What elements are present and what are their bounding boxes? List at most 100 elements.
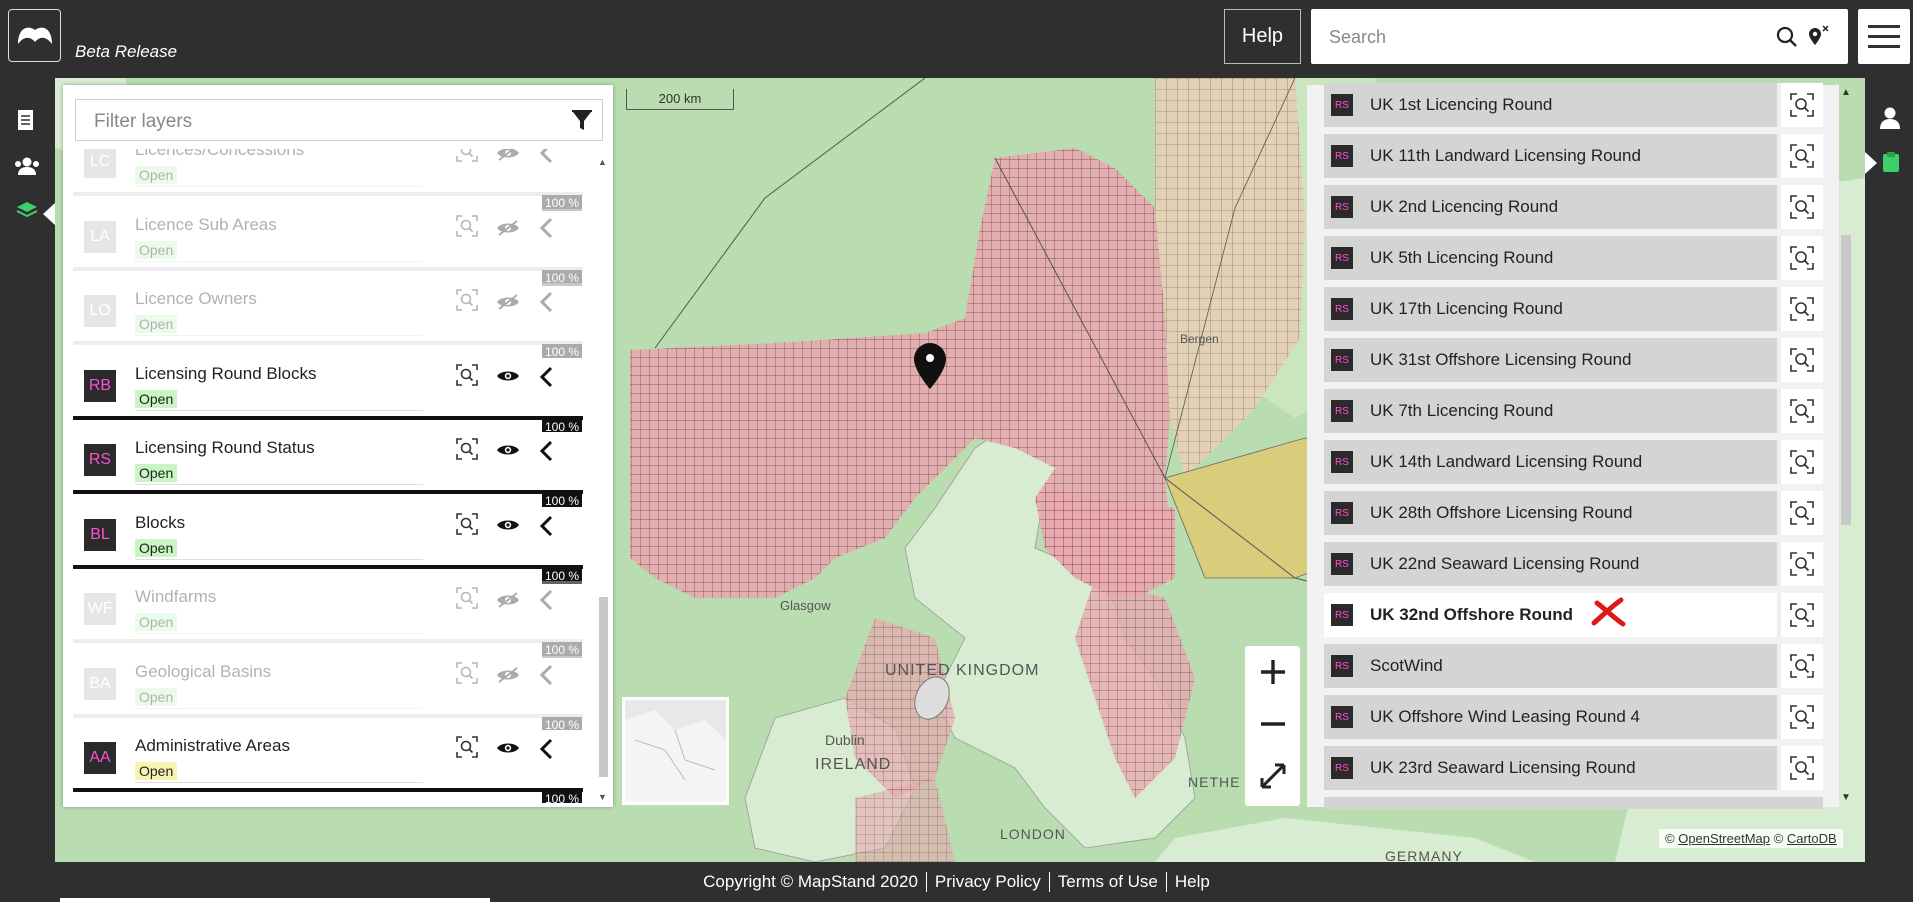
zoom-to-layer-icon[interactable] bbox=[456, 363, 478, 391]
zoom-to-round-icon[interactable] bbox=[1777, 746, 1823, 790]
zoom-to-layer-icon[interactable] bbox=[456, 661, 478, 689]
users-icon[interactable] bbox=[13, 156, 41, 176]
zoom-to-round-icon[interactable] bbox=[1777, 287, 1823, 331]
search-input[interactable] bbox=[1327, 21, 1751, 53]
zoom-to-round-icon[interactable] bbox=[1777, 134, 1823, 178]
zoom-to-round-icon[interactable] bbox=[1777, 236, 1823, 280]
zoom-to-round-icon[interactable] bbox=[1777, 542, 1823, 586]
zoom-to-round-icon[interactable] bbox=[1777, 83, 1823, 127]
layer-row[interactable]: WF Windfarms Open 100 % bbox=[73, 581, 583, 658]
licensing-round-item[interactable]: RS UK 22nd Seaward Licensing Round bbox=[1324, 542, 1823, 586]
zoom-to-layer-icon[interactable] bbox=[456, 214, 478, 242]
visibility-off-icon[interactable] bbox=[496, 149, 520, 166]
documents-icon[interactable] bbox=[16, 109, 36, 131]
opacity-slider[interactable] bbox=[73, 713, 583, 718]
zoom-to-round-icon[interactable] bbox=[1777, 338, 1823, 382]
expand-layer-icon[interactable] bbox=[539, 149, 553, 169]
opacity-slider[interactable] bbox=[73, 788, 583, 792]
layers-scrollbar[interactable]: ▲ ▼ bbox=[597, 157, 609, 802]
visibility-on-icon[interactable] bbox=[496, 518, 520, 537]
zoom-to-round-icon[interactable] bbox=[1777, 440, 1823, 484]
filter-layers-input[interactable] bbox=[92, 108, 556, 136]
licensing-round-item[interactable]: RS UK 17th Licencing Round bbox=[1324, 287, 1823, 331]
close-x-icon[interactable] bbox=[1589, 597, 1627, 629]
expand-layer-icon[interactable] bbox=[539, 515, 553, 542]
mapstand-logo-icon[interactable] bbox=[8, 9, 61, 62]
zoom-to-round-icon[interactable] bbox=[1777, 593, 1823, 637]
opacity-slider[interactable] bbox=[73, 639, 583, 643]
openstreetmap-link[interactable]: OpenStreetMap bbox=[1678, 831, 1770, 846]
cartodb-link[interactable]: CartoDB bbox=[1787, 831, 1837, 846]
zoom-to-layer-icon[interactable] bbox=[456, 149, 478, 167]
licensing-round-item[interactable]: RS UK 5th Licencing Round bbox=[1324, 236, 1823, 280]
licensing-round-item[interactable]: RS UK 7th Licencing Round bbox=[1324, 389, 1823, 433]
zoom-to-round-icon[interactable] bbox=[1777, 185, 1823, 229]
expand-layer-icon[interactable] bbox=[539, 440, 553, 467]
user-profile-icon[interactable] bbox=[1879, 106, 1901, 130]
rounds-scrollbar[interactable]: ▲ ▼ bbox=[1838, 85, 1854, 807]
zoom-to-layer-icon[interactable] bbox=[456, 512, 478, 540]
licensing-round-item[interactable]: RS UK 1st Licencing Round bbox=[1324, 83, 1823, 127]
expand-layer-icon[interactable] bbox=[539, 664, 553, 691]
clipboard-icon[interactable] bbox=[1882, 151, 1900, 173]
layer-row[interactable]: LO Licence Owners Open 100 % bbox=[73, 283, 583, 360]
licensing-round-item[interactable]: RS ScotWind bbox=[1324, 644, 1823, 688]
licensing-round-item[interactable]: RS UK 2nd Licencing Round bbox=[1324, 185, 1823, 229]
zoom-to-round-icon[interactable] bbox=[1777, 491, 1823, 535]
help-button[interactable]: Help bbox=[1224, 9, 1301, 64]
layer-row[interactable]: LA Licence Sub Areas Open 100 % bbox=[73, 208, 583, 286]
visibility-on-icon[interactable] bbox=[496, 443, 520, 462]
licensing-round-item[interactable]: RS UK 14th Landward Licensing Round bbox=[1324, 440, 1823, 484]
layer-row[interactable]: RB Licensing Round Blocks Open 100 % bbox=[73, 357, 583, 435]
licensing-round-item[interactable]: RS UK 11th Landward Licensing Round bbox=[1324, 134, 1823, 178]
visibility-off-icon[interactable] bbox=[496, 294, 520, 315]
search-icon[interactable] bbox=[1776, 26, 1798, 48]
visibility-on-icon[interactable] bbox=[496, 369, 520, 388]
layer-row[interactable]: BL Blocks Open 100 % bbox=[73, 506, 583, 584]
licensing-round-item[interactable]: RS UK 23rd Seaward Licensing Round bbox=[1324, 746, 1823, 790]
visibility-on-icon[interactable] bbox=[496, 741, 520, 760]
opacity-slider[interactable] bbox=[73, 415, 583, 420]
left-rail bbox=[0, 78, 55, 862]
zoom-to-round-icon[interactable] bbox=[1777, 644, 1823, 688]
footer-help-link[interactable]: Help bbox=[1173, 872, 1212, 892]
licensing-round-item[interactable]: RS UK Offshore Wind Leasing Round 4 bbox=[1324, 695, 1823, 739]
zoom-to-round-icon[interactable] bbox=[1777, 389, 1823, 433]
privacy-policy-link[interactable]: Privacy Policy bbox=[933, 872, 1043, 892]
opacity-slider[interactable] bbox=[73, 564, 583, 569]
layer-row[interactable]: LC Licences/Concessions Open 100 % bbox=[73, 149, 583, 211]
expand-layer-icon[interactable] bbox=[539, 366, 553, 393]
zoom-to-round-icon[interactable] bbox=[1777, 695, 1823, 739]
licensing-round-item[interactable]: RS UK 31st Offshore Licensing Round bbox=[1324, 338, 1823, 382]
zoom-to-layer-icon[interactable] bbox=[456, 289, 478, 316]
opacity-slider[interactable] bbox=[73, 490, 583, 494]
layer-row[interactable]: AA Administrative Areas Open 100 % bbox=[73, 730, 583, 803]
fullscreen-icon[interactable] bbox=[1245, 750, 1300, 802]
expand-layer-icon[interactable] bbox=[539, 589, 553, 616]
hamburger-menu-icon[interactable] bbox=[1858, 9, 1910, 64]
opacity-slider[interactable] bbox=[73, 266, 583, 271]
zoom-in-icon[interactable] bbox=[1245, 646, 1300, 698]
layer-row[interactable]: BA Geological Basins Open 100 % bbox=[73, 655, 583, 733]
visibility-off-icon[interactable] bbox=[496, 666, 520, 688]
expand-layer-icon[interactable] bbox=[539, 291, 553, 318]
minimap[interactable] bbox=[622, 697, 729, 805]
licensing-round-item[interactable]: RS UK 28th Offshore Licensing Round bbox=[1324, 491, 1823, 535]
opacity-slider[interactable] bbox=[73, 192, 583, 196]
visibility-off-icon[interactable] bbox=[496, 219, 520, 241]
zoom-to-layer-icon[interactable] bbox=[456, 438, 478, 465]
clear-location-icon[interactable] bbox=[1806, 24, 1830, 48]
zoom-out-icon[interactable] bbox=[1245, 698, 1300, 750]
zoom-to-layer-icon[interactable] bbox=[456, 587, 478, 614]
visibility-off-icon[interactable] bbox=[496, 592, 520, 613]
licensing-round-item[interactable]: RS UK 32nd Offshore Round bbox=[1324, 593, 1823, 637]
layer-row[interactable]: RS Licensing Round Status Open 100 % bbox=[73, 432, 583, 509]
expand-layer-icon[interactable] bbox=[539, 738, 553, 765]
opacity-slider[interactable] bbox=[73, 341, 583, 345]
licensing-round-item-partial[interactable] bbox=[1324, 797, 1823, 809]
expand-layer-icon[interactable] bbox=[539, 217, 553, 244]
terms-of-use-link[interactable]: Terms of Use bbox=[1056, 872, 1160, 892]
layers-icon[interactable] bbox=[16, 200, 38, 220]
filter-icon[interactable] bbox=[572, 110, 592, 132]
zoom-to-layer-icon[interactable] bbox=[456, 736, 478, 763]
